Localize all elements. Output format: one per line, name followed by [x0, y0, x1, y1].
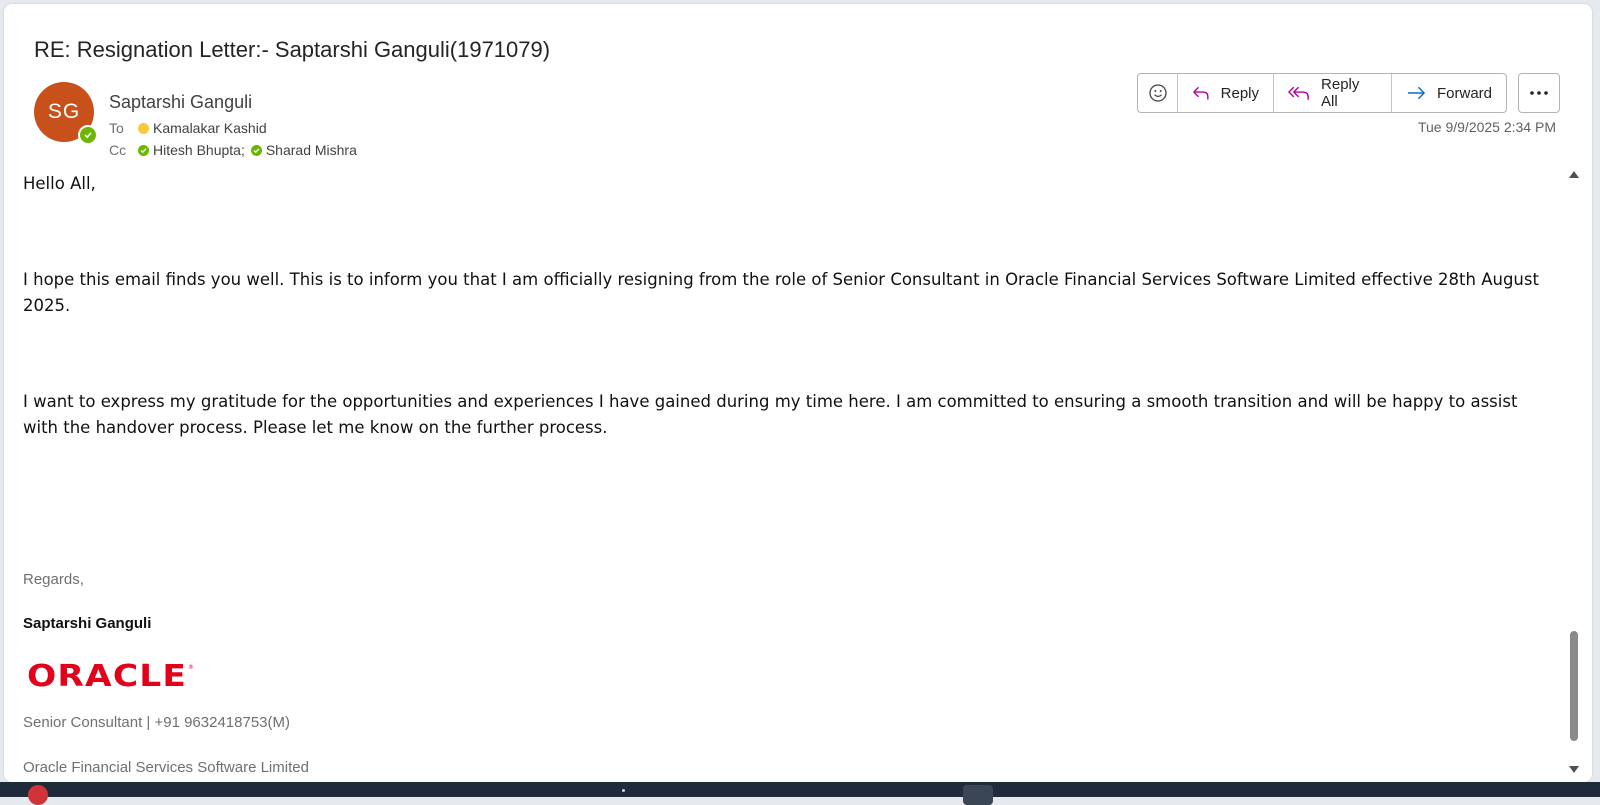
email-reading-pane: RE: Resignation Letter:- Saptarshi Gangu… [4, 4, 1592, 782]
reply-label: Reply [1220, 84, 1259, 102]
forward-label: Forward [1436, 84, 1492, 102]
taskbar-indicator [622, 789, 625, 792]
taskbar-app-icon[interactable] [963, 785, 993, 805]
more-actions-button[interactable] [1518, 73, 1560, 113]
reaction-button[interactable] [1138, 74, 1178, 112]
smiley-icon [1148, 84, 1167, 102]
reply-button[interactable]: Reply [1178, 74, 1274, 112]
signature-name: Saptarshi Ganguli [23, 615, 152, 632]
reply-all-label: Reply All [1321, 76, 1360, 110]
recipient-to[interactable]: Kamalakar Kashid [153, 120, 267, 136]
forward-button[interactable]: Forward [1392, 74, 1506, 112]
oracle-logo: ORACLE ® [25, 659, 195, 696]
presence-available-icon [250, 144, 262, 156]
recipient-separator: ; [240, 142, 245, 158]
cc-label: Cc [109, 142, 127, 158]
sender-name[interactable]: Saptarshi Ganguli [109, 92, 252, 113]
email-datetime: Tue 9/9/2025 2:34 PM [1417, 119, 1556, 135]
svg-text:ORACLE: ORACLE [27, 659, 187, 691]
cc-row: Cc Hitesh Bhupta; Sharad Mishra [109, 142, 357, 158]
email-subject: RE: Resignation Letter:- Saptarshi Gangu… [34, 37, 551, 62]
vertical-scrollbar[interactable] [1565, 166, 1583, 778]
more-horizontal-icon [1530, 91, 1548, 95]
body-greeting: Hello All, [23, 174, 96, 193]
forward-icon [1407, 86, 1425, 100]
presence-available-icon [78, 125, 98, 145]
recipient-cc[interactable]: Hitesh Bhupta [153, 142, 241, 158]
body-paragraph: I hope this email finds you well. This i… [23, 270, 1539, 315]
message-actions-toolbar: Reply Reply All Forward [1137, 73, 1507, 113]
signature-company: Oracle Financial Services Software Limit… [23, 759, 309, 776]
to-row: To Kamalakar Kashid [109, 120, 267, 136]
presence-away-icon [138, 122, 149, 134]
signature-title: Senior Consultant | +91 9632418753(M) [23, 714, 290, 731]
reply-all-button[interactable]: Reply All [1274, 74, 1392, 112]
reply-all-icon [1288, 86, 1309, 100]
body-paragraph: I want to express my gratitude for the o… [23, 392, 1518, 437]
taskbar [0, 782, 1600, 805]
notification-badge[interactable] [28, 785, 48, 805]
to-label: To [109, 120, 124, 136]
presence-available-icon [138, 144, 149, 156]
signature-closing: Regards, [23, 571, 84, 588]
scroll-down-arrow-icon[interactable] [1569, 766, 1579, 774]
scrollbar-thumb[interactable] [1570, 631, 1578, 741]
recipient-cc[interactable]: Sharad Mishra [266, 142, 357, 158]
scroll-up-arrow-icon[interactable] [1569, 170, 1579, 178]
reply-icon [1193, 86, 1209, 100]
svg-text:®: ® [188, 664, 194, 671]
